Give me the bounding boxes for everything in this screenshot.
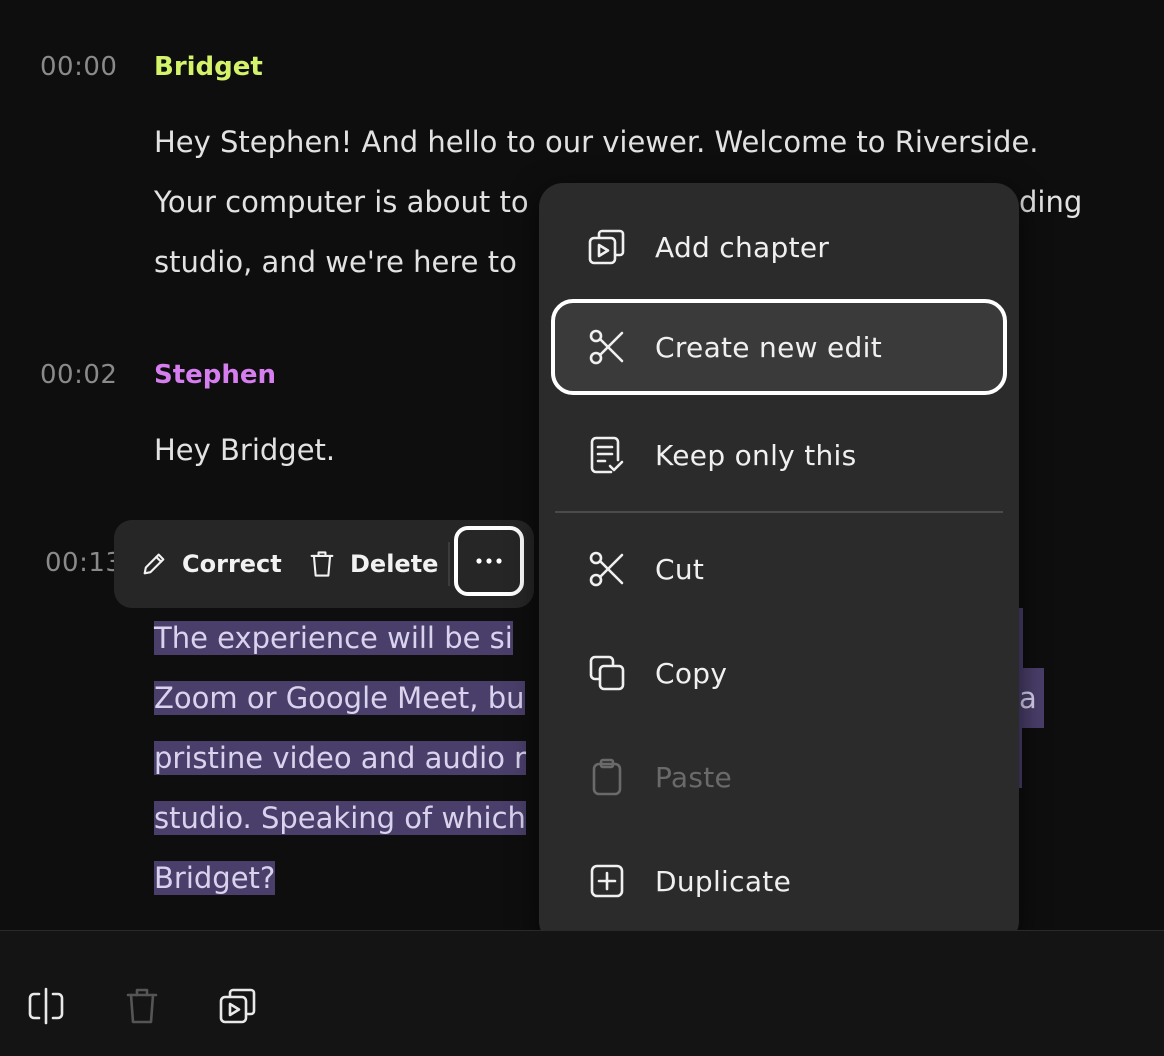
speaker-name[interactable]: Bridget	[154, 52, 263, 82]
scissors-icon	[587, 549, 627, 589]
clipboard-icon	[587, 757, 627, 797]
add-chapter-icon	[587, 227, 627, 267]
copy-icon	[587, 653, 627, 693]
menu-item-add-chapter[interactable]: Add chapter	[551, 199, 1007, 295]
menu-item-label: Keep only this	[655, 438, 857, 472]
text-line[interactable]: Hey Bridget.	[154, 420, 335, 480]
segment-text[interactable]: Hey Bridget.	[154, 420, 335, 480]
selected-text-line[interactable]: Bridget?	[154, 861, 276, 895]
menu-item-label: Paste	[655, 760, 733, 794]
menu-item-label: Create new edit	[655, 330, 882, 364]
correct-button[interactable]: Correct	[140, 544, 282, 584]
selected-text-line[interactable]: Zoom or Google Meet, bu	[154, 681, 525, 715]
scissors-icon	[587, 327, 627, 367]
segment-timestamp[interactable]: 00:02	[40, 360, 117, 390]
menu-item-label: Cut	[655, 552, 705, 586]
correct-label: Correct	[182, 550, 282, 578]
menu-item-label: Add chapter	[655, 230, 830, 264]
segment-text-selected[interactable]: The experience will be si Zoom or Google…	[154, 608, 527, 908]
menu-item-copy[interactable]: Copy	[551, 625, 1007, 721]
menu-item-label: Duplicate	[655, 864, 792, 898]
more-options-button[interactable]	[454, 526, 524, 596]
selected-text-line[interactable]: The experience will be si	[154, 621, 513, 655]
menu-item-label: Copy	[655, 656, 728, 690]
context-menu: Add chapter Create new edit Keep only th…	[539, 183, 1019, 945]
pencil-icon	[143, 553, 165, 575]
bottom-toolbar	[0, 931, 1164, 1056]
trash-icon	[310, 551, 334, 577]
segment-timestamp[interactable]: 00:00	[40, 52, 117, 82]
toolbar-divider	[448, 542, 450, 586]
segment-timestamp[interactable]: 00:13	[45, 548, 122, 578]
selection-highlight-fragment	[1019, 728, 1022, 788]
selected-text-line[interactable]: studio. Speaking of which	[154, 801, 526, 835]
split-button[interactable]	[24, 984, 68, 1028]
more-horizontal-icon	[476, 558, 502, 564]
menu-item-create-new-edit[interactable]: Create new edit	[551, 299, 1007, 395]
delete-button-disabled[interactable]	[120, 984, 164, 1028]
transcript-editor: 00:00 Bridget Hey Stephen! And hello to …	[0, 0, 1164, 1056]
menu-item-cut[interactable]: Cut	[551, 521, 1007, 617]
delete-button[interactable]: Delete	[308, 544, 438, 584]
selection-highlight-fragment	[1019, 608, 1023, 668]
selected-text-line[interactable]: pristine video and audio r	[154, 741, 527, 775]
keep-only-icon	[587, 435, 627, 475]
menu-item-keep-only-this[interactable]: Keep only this	[551, 407, 1007, 503]
add-chapter-icon	[219, 988, 256, 1024]
selection-toolbar: Correct Delete	[114, 520, 534, 608]
add-chapter-button[interactable]	[216, 984, 260, 1028]
speaker-name[interactable]: Stephen	[154, 360, 276, 390]
text-line-tail[interactable]: a	[1019, 668, 1037, 728]
text-line[interactable]: Hey Stephen! And hello to our viewer. We…	[154, 112, 1039, 172]
trash-icon	[126, 988, 158, 1024]
menu-separator	[555, 511, 1003, 513]
menu-item-paste[interactable]: Paste	[551, 729, 1007, 825]
menu-item-duplicate[interactable]: Duplicate	[551, 833, 1007, 929]
delete-label: Delete	[350, 550, 439, 578]
text-line-tail[interactable]: ding	[1019, 172, 1082, 232]
split-icon	[28, 987, 64, 1025]
duplicate-icon	[587, 861, 627, 901]
